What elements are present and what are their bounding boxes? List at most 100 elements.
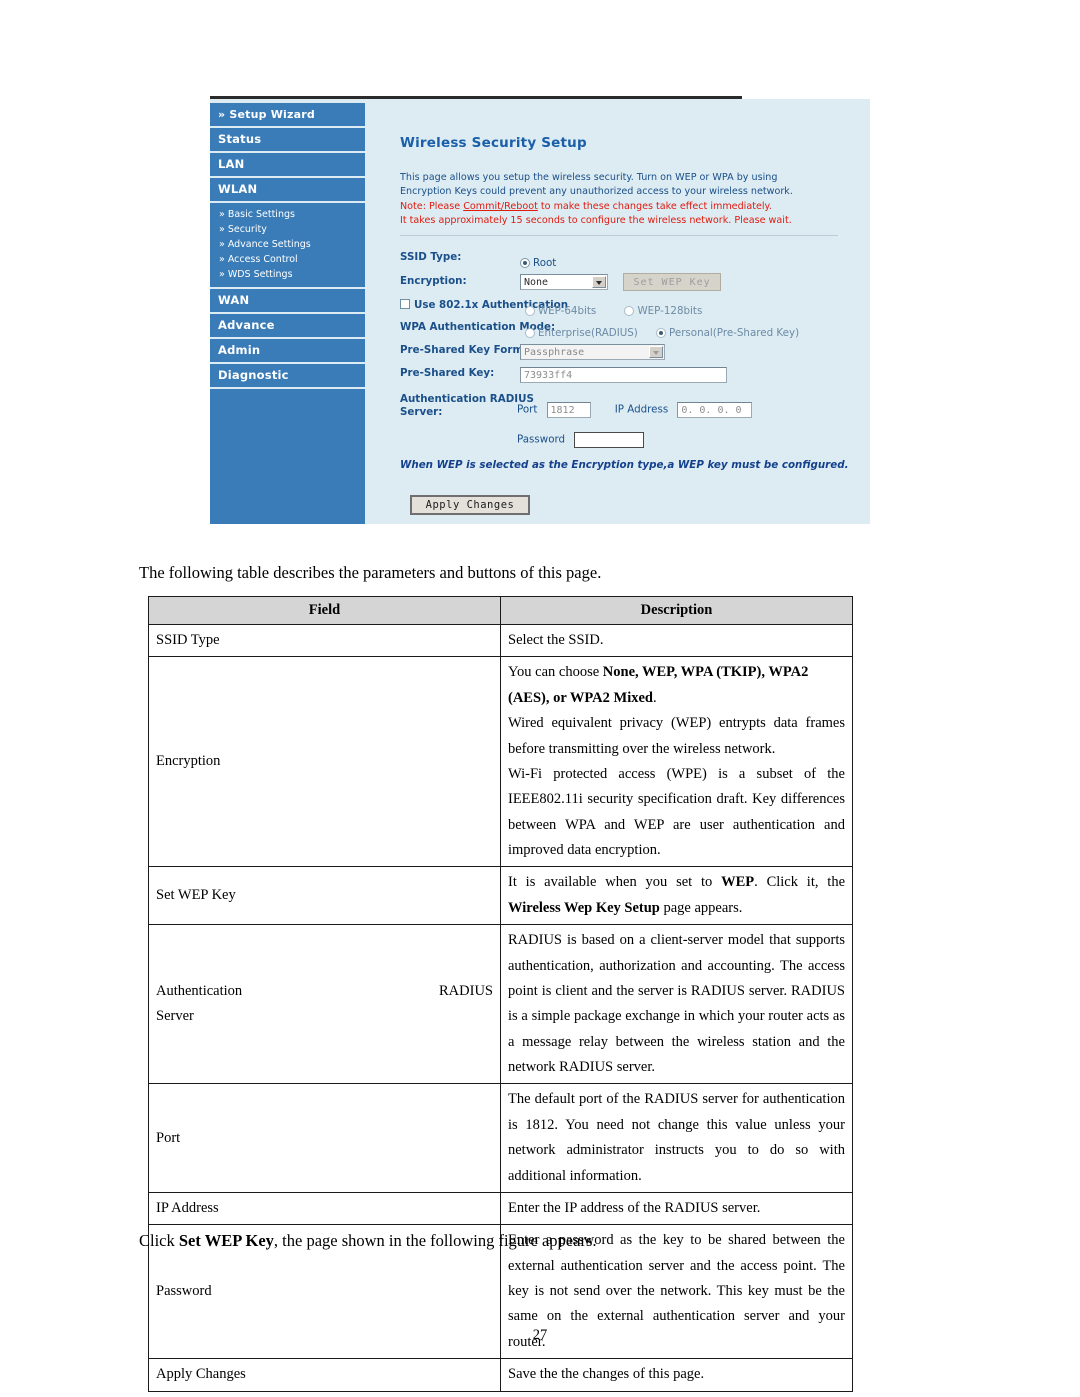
psk-format-control: Passphrase: [520, 341, 665, 360]
sidebar-item-wlan[interactable]: WLAN: [210, 178, 365, 203]
apply-changes-button[interactable]: Apply Changes: [410, 494, 530, 515]
psk-input[interactable]: 73933ff4: [520, 366, 727, 383]
table-header-row: Field Description: [148, 596, 853, 625]
psk-format-select[interactable]: Passphrase: [520, 343, 665, 360]
radio-wep-64bits[interactable]: [525, 306, 535, 316]
row-field-port: Port: [148, 1083, 501, 1193]
row-field-ip-address: IP Address: [148, 1191, 501, 1226]
chevron-down-icon[interactable]: [592, 275, 606, 288]
wep-bits-options: WEP-64bits WEP-128bits: [525, 299, 702, 318]
sidebar-item-status[interactable]: Status: [210, 128, 365, 153]
row-desc-ip-address: Enter the IP address of the RADIUS serve…: [500, 1191, 853, 1226]
psk-format-select-value: Passphrase: [524, 346, 585, 358]
psk-format-label: Pre-Shared Key Format:: [400, 344, 540, 356]
row-desc-set-wep-key: It is available when you set to WEP. Cli…: [500, 866, 853, 926]
row-desc-authentication-radius-server: RADIUS is based on a client-server model…: [500, 924, 853, 1085]
table-row: Set WEP Key It is available when you set…: [148, 866, 853, 926]
chevron-down-icon[interactable]: [649, 345, 663, 358]
closing-bold: Set WEP Key: [178, 1231, 274, 1250]
sidebar-item-advance-settings[interactable]: » Advance Settings: [210, 237, 365, 252]
commit-reboot-link[interactable]: Commit/Reboot: [463, 201, 538, 212]
sidebar-item-advance[interactable]: Advance: [210, 314, 365, 339]
chevron-right-icon: »: [219, 239, 225, 250]
sidebar-item-setup-wizard[interactable]: » Setup Wizard: [210, 103, 365, 128]
port-input[interactable]: 1812: [546, 401, 591, 418]
note-suffix: to make these changes take effect immedi…: [537, 200, 772, 212]
psk-control: 73933ff4: [520, 364, 727, 383]
radio-personal-psk-label: Personal(Pre-Shared Key): [669, 327, 800, 339]
encryption-controls: None Set WEP Key: [520, 271, 722, 291]
radio-enterprise-radius-label: Enterprise(RADIUS): [538, 327, 638, 339]
description-line-1: This page allows you setup the wireless …: [400, 172, 778, 183]
sidebar-item-label: WDS Settings: [227, 269, 293, 280]
section-divider: [400, 235, 838, 236]
wep-configuration-note: When WEP is selected as the Encryption t…: [400, 459, 849, 471]
page-description: This page allows you setup the wireless …: [400, 171, 840, 228]
settings-content: Wireless Security Setup This page allows…: [365, 99, 870, 524]
page-title: Wireless Security Setup: [400, 135, 587, 151]
sidebar-item-security[interactable]: » Security: [210, 222, 365, 237]
table-row: IP Address Enter the IP address of the R…: [148, 1191, 853, 1226]
encryption-label: Encryption:: [400, 275, 467, 287]
chevron-right-icon: »: [219, 269, 225, 280]
sidebar-item-diagnostic[interactable]: Diagnostic: [210, 364, 365, 389]
radio-root[interactable]: [520, 258, 530, 268]
ip-address-input[interactable]: 0. 0. 0. 0: [677, 401, 753, 418]
desc-paragraph: Wi-Fi protected access (WPE) is a subset…: [508, 765, 845, 858]
sidebar-item-lan[interactable]: LAN: [210, 153, 365, 178]
table-row: Port The default port of the RADIUS serv…: [148, 1083, 853, 1193]
radius-port-ip-row: Port 1812 IP Address 0. 0. 0. 0: [517, 399, 753, 418]
closing-paragraph: Click Set WEP Key, the page shown in the…: [139, 1231, 597, 1251]
encryption-select[interactable]: None: [520, 273, 608, 290]
radio-wep-128bits[interactable]: [624, 306, 635, 316]
radius-server-label-line1: Authentication RADIUS: [400, 393, 534, 405]
radio-enterprise-radius[interactable]: [525, 328, 535, 338]
wpa-auth-mode-options: Enterprise(RADIUS) Personal(Pre-Shared K…: [525, 321, 799, 340]
chevron-right-icon: »: [219, 254, 225, 265]
parameters-table: Field Description SSID Type Select the S…: [148, 596, 853, 1392]
sidebar-item-access-control[interactable]: » Access Control: [210, 252, 365, 267]
ssid-type-label: SSID Type:: [400, 251, 462, 263]
column-header-description: Description: [500, 596, 853, 625]
sidebar-nav: » Setup Wizard Status LAN WLAN » Basic Se…: [210, 103, 365, 524]
radio-personal-psk[interactable]: [656, 328, 667, 338]
row-field-ssid-type: SSID Type: [148, 623, 501, 658]
sidebar-wlan-subgroup: » Basic Settings » Security » Advance Setti…: [210, 203, 365, 289]
psk-label: Pre-Shared Key:: [400, 367, 495, 379]
field-line-1: Authentication RADIUS: [156, 982, 493, 999]
field-line-2: Server: [156, 1008, 194, 1025]
row-desc-port: The default port of the RADIUS server fo…: [500, 1083, 853, 1193]
note-line-2: It takes approximately 15 seconds to con…: [400, 214, 792, 226]
encryption-select-value: None: [524, 276, 549, 288]
sidebar-item-label: Advance Settings: [227, 239, 311, 250]
password-input[interactable]: [574, 431, 645, 448]
sidebar-item-wan[interactable]: WAN: [210, 289, 365, 314]
row-field-authentication-radius-server: Authentication RADIUS Server: [148, 924, 501, 1085]
sidebar-item-basic-settings[interactable]: » Basic Settings: [210, 207, 365, 222]
table-row: Authentication RADIUS Server RADIUS is b…: [148, 924, 853, 1085]
ip-address-label: IP Address: [614, 403, 669, 416]
port-label: Port: [517, 403, 538, 416]
desc-paragraph: Wired equivalent privacy (WEP) entrypts …: [508, 715, 845, 757]
radius-server-label: Authentication RADIUS Server:: [400, 393, 534, 419]
checkbox-use-8021x[interactable]: [400, 299, 410, 309]
table-row: Apply Changes Save the the changes of th…: [148, 1358, 853, 1392]
page-number: 27: [532, 1327, 548, 1343]
router-admin-screenshot: » Setup Wizard Status LAN WLAN » Basic Se…: [200, 96, 870, 524]
note-prefix: Note: Please: [400, 200, 464, 212]
set-wep-key-button[interactable]: Set WEP Key: [623, 272, 722, 291]
table-row: Encryption You can choose None, WEP, WPA…: [148, 656, 853, 868]
sidebar-item-admin[interactable]: Admin: [210, 339, 365, 364]
row-desc-encryption: You can choose None, WEP, WPA (TKIP), WP…: [500, 656, 853, 868]
row-field-encryption: Encryption: [148, 656, 501, 868]
intro-paragraph: The following table describes the parame…: [139, 563, 602, 582]
chevron-right-icon: »: [219, 209, 225, 220]
desc-paragraph: You can choose None, WEP, WPA (TKIP), WP…: [508, 664, 809, 706]
radius-password-row: Password: [517, 429, 645, 448]
sidebar-item-wds-settings[interactable]: » WDS Settings: [210, 267, 365, 282]
apply-changes-wrapper: Apply Changes: [410, 494, 530, 515]
desc-paragraph: It is available when you set to WEP. Cli…: [508, 874, 845, 916]
row-desc-ssid-type: Select the SSID.: [500, 623, 853, 658]
row-field-apply-changes: Apply Changes: [148, 1358, 501, 1392]
closing-prefix: Click: [139, 1231, 179, 1250]
